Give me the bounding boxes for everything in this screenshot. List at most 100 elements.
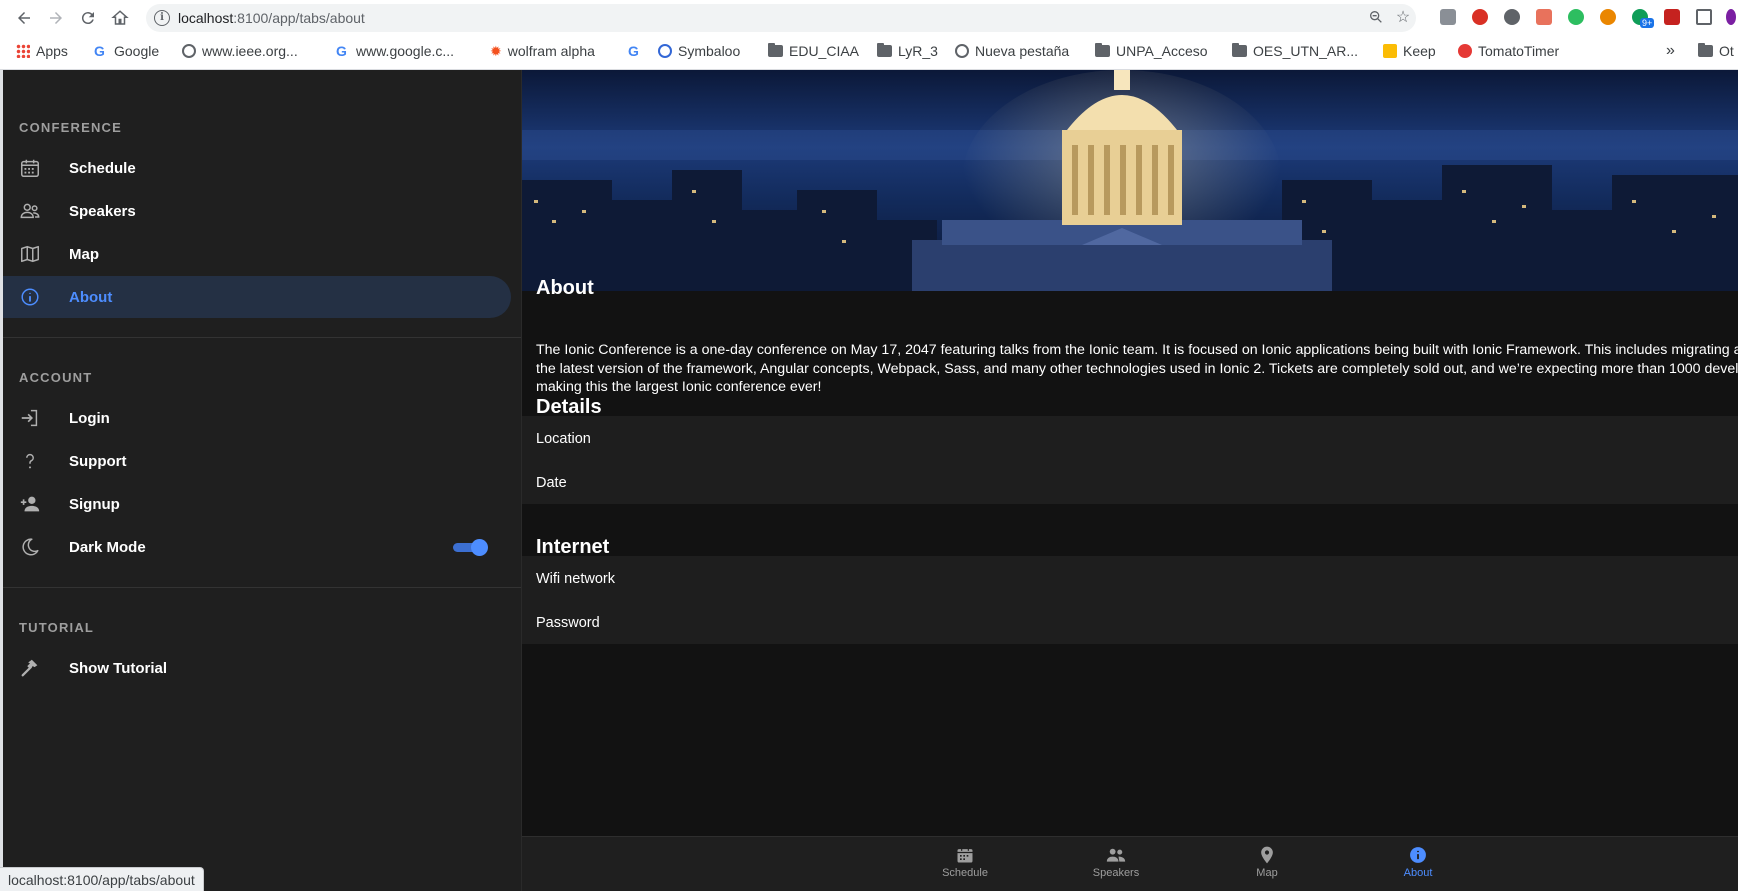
tab-map[interactable]: Map [1217,845,1317,885]
about-description: The Ionic Conference is a one-day confer… [536,342,1738,395]
tab-speakers[interactable]: Speakers [1066,845,1166,885]
bookmark-google[interactable]: G Google [94,42,159,60]
menu-item-label: Show Tutorial [69,659,168,677]
extension-b-icon[interactable] [1600,9,1616,25]
dark-mode-toggle[interactable] [453,539,488,556]
login-icon [21,409,38,427]
menu-item-label: Schedule [69,159,136,177]
map-icon [21,245,39,263]
tab-about[interactable]: About [1368,845,1468,885]
extension-badge: 9+ [1640,18,1655,28]
address-url: localhost:8100/app/tabs/about [178,10,365,26]
extension-mega-icon[interactable] [1472,9,1488,25]
tab-schedule[interactable]: Schedule [915,845,1015,885]
bookmark-folder-oes[interactable]: OES_UTN_AR... [1232,42,1358,60]
tab-label: About [1403,867,1433,879]
menu-item-about[interactable]: About [3,276,511,318]
bookmark-folder-lyr3[interactable]: LyR_3 [877,42,938,60]
menu-item-label: Support [69,452,127,470]
help-icon [26,453,34,469]
people-icon [20,203,40,219]
menu-item-schedule[interactable]: Schedule [3,147,511,189]
address-bar[interactable]: i localhost:8100/app/tabs/about ☆ [146,4,1416,32]
password-label: Password [536,615,600,631]
details-list: Location Date [522,416,1738,504]
back-arrow-icon[interactable] [12,6,36,30]
section-title-account: ACCOUNT [19,370,93,385]
menu-item-signup[interactable]: Signup [3,483,511,525]
keep-icon [1383,44,1397,58]
menu-item-speakers[interactable]: Speakers [3,190,511,232]
tab-label: Speakers [1092,867,1140,879]
extension-red-icon[interactable] [1664,9,1680,25]
location-icon [1261,846,1273,864]
folder-icon [1095,43,1110,57]
apps-grid-icon [16,44,30,58]
bookmark-star-icon[interactable]: ☆ [1394,9,1412,27]
section-title-conference: CONFERENCE [19,120,123,135]
menu-item-dark-mode: Dark Mode [3,526,511,568]
bookmark-tomatotimer[interactable]: TomatoTimer [1458,42,1559,60]
extension-pdf-icon[interactable] [1536,9,1552,25]
location-label[interactable]: Location [536,431,591,447]
bookmark-other[interactable]: Ot [1698,42,1734,60]
calendar-icon [21,159,39,177]
toggle-knob [471,539,488,556]
bookmark-folder-unpa[interactable]: UNPA_Acceso [1095,42,1208,60]
bookmark-wolfram[interactable]: ✹ wolfram alpha [490,42,595,60]
bookmark-apps[interactable]: Apps [16,42,68,60]
browser-toolbar: i localhost:8100/app/tabs/about ☆ 9+ [0,0,1738,36]
reload-icon[interactable] [76,6,100,30]
bookmark-folder-edu-ciaa[interactable]: EDU_CIAA [768,42,859,60]
hammer-icon [21,659,38,677]
side-menu: CONFERENCE Schedule Speakers Map About A… [3,70,522,891]
hero-image [522,70,1738,291]
google-icon: G [628,43,639,59]
wifi-network-label: Wifi network [536,571,615,587]
person-add-icon [20,496,40,512]
menu-item-label: Signup [69,495,120,513]
ionic-app: CONFERENCE Schedule Speakers Map About A… [3,70,1738,891]
menu-item-support[interactable]: Support [3,440,511,482]
browser-chrome: i localhost:8100/app/tabs/about ☆ 9+ App… [0,0,1738,70]
tab-label: Schedule [942,867,988,879]
bookmark-ieee[interactable]: www.ieee.org... [182,42,298,60]
extension-evernote-icon[interactable] [1568,9,1584,25]
bookmark-google-com[interactable]: G www.google.c... [336,42,454,60]
bookmark-google-2[interactable]: G [628,42,648,60]
globe-icon [182,44,196,58]
extension-purple-icon[interactable] [1726,9,1736,25]
bookmark-nueva-pestana[interactable]: Nueva pestaña [955,42,1069,60]
date-label[interactable]: Date [536,475,567,491]
extension-circle-icon[interactable] [1504,9,1520,25]
tab-label: Map [1256,867,1278,879]
home-icon[interactable] [108,6,132,30]
folder-icon [1698,43,1713,57]
extension-shield-icon[interactable] [1440,9,1456,25]
menu-divider [3,587,521,588]
bookmarks-overflow-button[interactable]: » [1666,42,1675,60]
extension-grid-icon[interactable] [1696,9,1712,25]
section-title-tutorial: TUTORIAL [19,620,95,635]
menu-item-login[interactable]: Login [3,397,511,439]
zoom-icon[interactable] [1367,9,1385,27]
about-page-content: About The Ionic Conference is a one-day … [522,70,1738,836]
folder-icon [1232,43,1247,57]
menu-divider [3,337,521,338]
bookmark-keep[interactable]: Keep [1383,42,1436,60]
menu-item-map[interactable]: Map [3,233,511,275]
menu-item-label: Dark Mode [69,538,146,556]
internet-list: Wifi network Password r [522,556,1738,644]
info-icon [1410,847,1426,863]
info-icon [21,288,39,306]
tab-bar: Schedule Speakers Map About [522,836,1738,891]
folder-icon [768,43,783,57]
site-info-icon[interactable]: i [154,10,170,26]
google-icon: G [94,43,105,59]
symbaloo-icon [658,44,672,58]
globe-icon [955,44,969,58]
forward-arrow-icon[interactable] [44,6,68,30]
menu-item-show-tutorial[interactable]: Show Tutorial [3,647,511,689]
menu-item-label: Speakers [69,202,136,220]
bookmark-symbaloo[interactable]: Symbaloo [658,42,740,60]
